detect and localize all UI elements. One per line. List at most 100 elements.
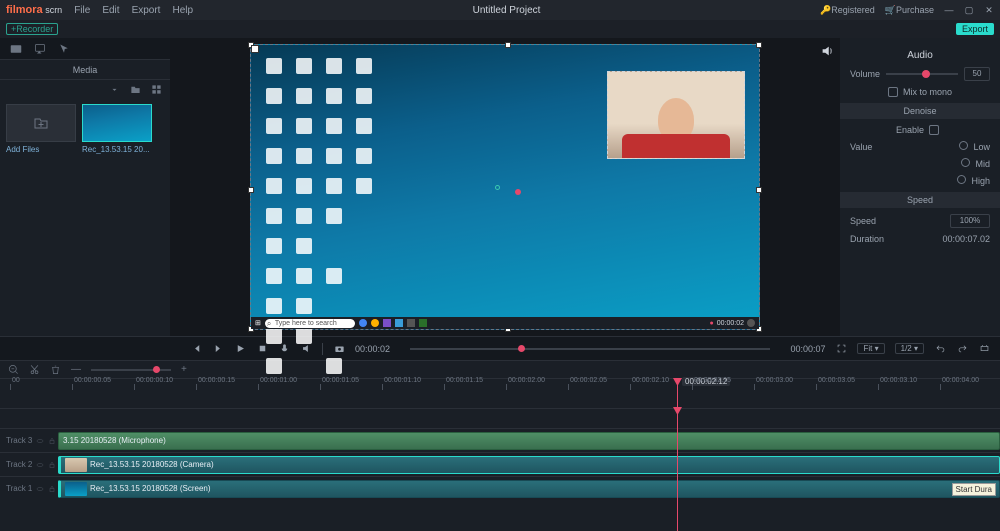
timeline-ruler[interactable]: 00:00:02.12 0000:00:00.0500:00:00.1000:0…: [0, 378, 1000, 408]
camera-overlay[interactable]: [607, 71, 745, 159]
rotate-handle-icon[interactable]: [495, 185, 500, 190]
tooltip: Start Dura: [952, 483, 996, 496]
lock-icon[interactable]: [48, 461, 56, 469]
denoise-low-label: Low: [973, 142, 990, 152]
add-files-icon: [33, 115, 49, 131]
clip-microphone[interactable]: 3.15 20180528 (Microphone): [58, 432, 1000, 450]
denoise-low-radio[interactable]: [959, 141, 968, 150]
menu-help[interactable]: Help: [172, 5, 193, 16]
desktop-icons: [261, 53, 377, 379]
folder-icon[interactable]: [130, 84, 141, 95]
lock-icon[interactable]: [48, 485, 56, 493]
record-indicator-icon: ●: [710, 320, 714, 327]
track-1-header: Track 1: [0, 484, 58, 493]
denoise-value-label: Value: [850, 142, 872, 152]
clip-camera[interactable]: Rec_13.53.15 20180528 (Camera): [58, 456, 1000, 474]
start-icon: ⊞: [255, 319, 261, 327]
purchase-link[interactable]: 🛒Purchase: [885, 5, 934, 16]
clip-screen[interactable]: Rec_13.53.15 20180528 (Screen): [58, 480, 1000, 498]
track-2-header: Track 2: [0, 460, 58, 469]
add-files-tile[interactable]: Add Files: [6, 104, 76, 154]
fit-dropdown[interactable]: Fit ▾: [857, 343, 884, 354]
properties-panel: Audio Volume 50 Mix to mono Denoise Enab…: [840, 38, 1000, 336]
zoom-out-icon[interactable]: [8, 364, 19, 375]
track-gap: [0, 408, 1000, 428]
menu-export[interactable]: Export: [132, 5, 161, 16]
add-files-label: Add Files: [6, 145, 76, 154]
clip-thumbnail: [65, 458, 87, 472]
mix-to-mono-label: Mix to mono: [903, 87, 952, 97]
cut-icon[interactable]: [29, 364, 40, 375]
next-frame-button[interactable]: [212, 343, 224, 355]
registered-link[interactable]: 🔑Registered: [820, 5, 875, 16]
denoise-mid-radio[interactable]: [961, 158, 970, 167]
duration-value: 00:00:07.02: [942, 234, 990, 244]
media-title: Media: [0, 60, 170, 80]
export-button[interactable]: Export: [956, 23, 994, 35]
scale-dropdown[interactable]: 1/2 ▾: [895, 343, 924, 354]
windows-taskbar: ⊞ Type here to search ● 00:00:02: [251, 317, 759, 329]
denoise-enable-label: Enable: [896, 125, 924, 135]
speed-title: Speed: [840, 192, 1000, 208]
clip-thumbnail: [65, 482, 87, 496]
menu-file[interactable]: File: [74, 5, 90, 16]
redo-button[interactable]: [956, 343, 968, 355]
speed-value[interactable]: 100%: [950, 214, 990, 228]
import-icon[interactable]: [109, 84, 120, 95]
visibility-icon[interactable]: [36, 485, 44, 493]
speaker-icon[interactable]: [820, 44, 834, 58]
speed-label: Speed: [850, 216, 876, 226]
menu-edit[interactable]: Edit: [102, 5, 119, 16]
delete-icon[interactable]: [50, 364, 61, 375]
annotation-tab-icon[interactable]: [34, 43, 46, 55]
main-menu: File Edit Export Help: [74, 5, 193, 16]
transport-bar: 00:00:02 00:00:07 Fit ▾ 1/2 ▾: [0, 336, 1000, 360]
anchor-point-icon[interactable]: [515, 189, 521, 195]
undo-button[interactable]: [934, 343, 946, 355]
workspace: Media Add Files Rec_13.53.15 20...: [0, 38, 1000, 336]
preview-render-button[interactable]: [978, 343, 990, 355]
recorder-button[interactable]: +Recorder: [6, 23, 58, 35]
media-grid: Add Files Rec_13.53.15 20...: [0, 98, 170, 160]
tracks-area: Track 3 3.15 20180528 (Microphone) Track…: [0, 408, 1000, 500]
title-bar: filmora scrn File Edit Export Help Untit…: [0, 0, 1000, 20]
track-2: Track 2 Rec_13.53.15 20180528 (Camera): [0, 452, 1000, 476]
volume-label: Volume: [850, 69, 880, 79]
play-button[interactable]: [234, 343, 246, 355]
preview-area: ⊞ Type here to search ● 00:00:02: [170, 38, 840, 336]
prev-frame-button[interactable]: [190, 343, 202, 355]
media-clip-tile[interactable]: Rec_13.53.15 20...: [82, 104, 152, 154]
media-tools: [0, 80, 170, 98]
audio-title: Audio: [850, 50, 990, 61]
preview-canvas[interactable]: ⊞ Type here to search ● 00:00:02: [250, 44, 760, 330]
mix-to-mono-checkbox[interactable]: [888, 87, 898, 97]
timeline-zoom-slider[interactable]: [91, 369, 171, 371]
grid-view-icon[interactable]: [151, 84, 162, 95]
visibility-icon[interactable]: [36, 437, 44, 445]
denoise-high-radio[interactable]: [957, 175, 966, 184]
zoom-in-icon[interactable]: +: [181, 364, 187, 375]
media-tab-icon[interactable]: [10, 43, 22, 55]
media-clip-label: Rec_13.53.15 20...: [82, 145, 152, 154]
cursor-tab-icon[interactable]: [58, 43, 70, 55]
close-button[interactable]: ✕: [984, 3, 994, 17]
minimize-button[interactable]: —: [944, 3, 954, 17]
playhead-line[interactable]: [677, 408, 678, 531]
volume-value[interactable]: 50: [964, 67, 990, 81]
visibility-icon[interactable]: [36, 461, 44, 469]
fullscreen-button[interactable]: [835, 343, 847, 355]
transport-total-time: 00:00:07: [790, 344, 825, 354]
record-time: 00:00:02: [717, 320, 744, 327]
shirt-placeholder: [622, 134, 731, 158]
denoise-title: Denoise: [840, 103, 1000, 119]
title-right: 🔑Registered 🛒Purchase — ▢ ✕: [820, 3, 994, 17]
volume-slider[interactable]: [886, 73, 958, 75]
media-panel: Media Add Files Rec_13.53.15 20...: [0, 38, 170, 336]
left-tabs: [0, 38, 170, 60]
playhead[interactable]: [677, 379, 678, 408]
denoise-enable-checkbox[interactable]: [929, 125, 939, 135]
transport-scrubber[interactable]: [410, 348, 770, 350]
maximize-button[interactable]: ▢: [964, 3, 974, 17]
track-1: Track 1 Rec_13.53.15 20180528 (Screen): [0, 476, 1000, 500]
lock-icon[interactable]: [48, 437, 56, 445]
